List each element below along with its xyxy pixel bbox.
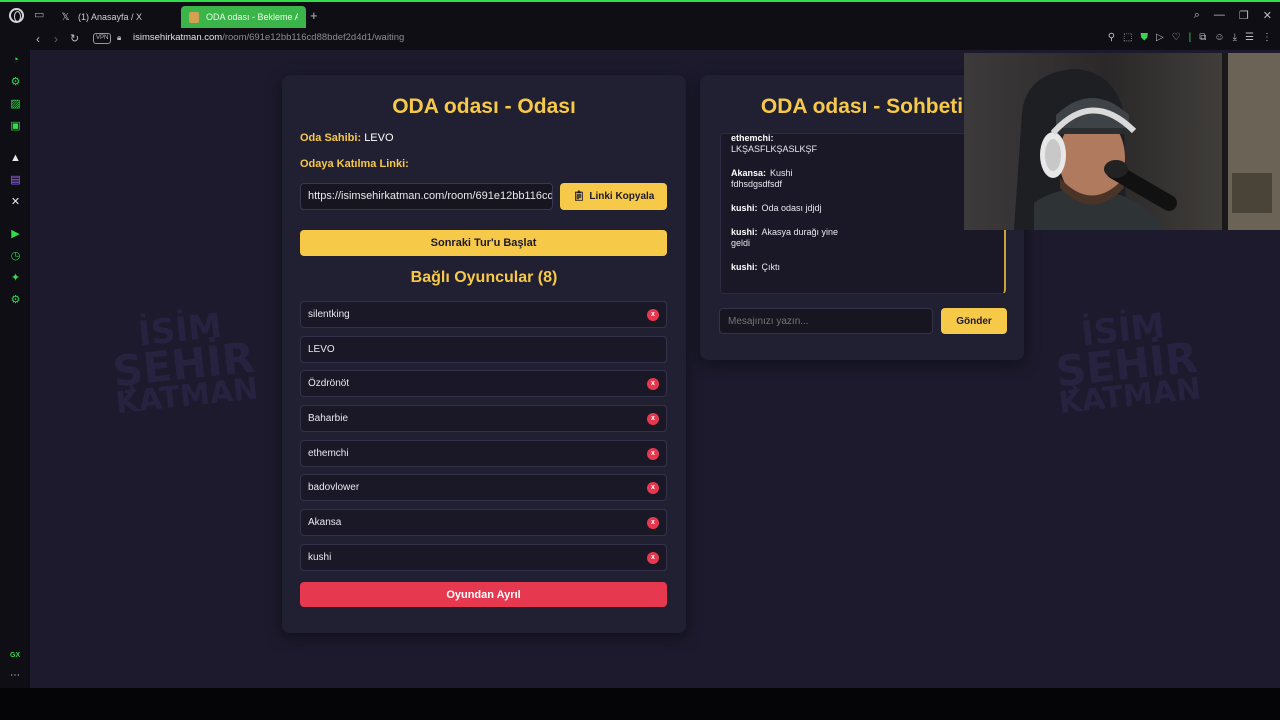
window-controls: ⌕ — ❐ ✕ (1194, 9, 1272, 22)
player-row: Özdrönöt x (300, 370, 667, 398)
streamer-camera-image (964, 53, 1280, 230)
url-field[interactable]: isimsehirkatman.com/room/691e12bb116cd88… (133, 32, 404, 43)
browser-sidebar: ◔ ⚙ ▨ ▣ ▲ ▤ ✕ ▶ ◷ ✦ ⚙ GX ⋯ (0, 50, 30, 688)
close-icon[interactable]: ✕ (1263, 9, 1272, 22)
chat-message: ethemchi: LKŞASFLKŞASLKŞF (731, 133, 818, 154)
reload-icon[interactable]: ↻ (70, 32, 79, 46)
extensions-icon[interactable]: ⧉ (1199, 32, 1206, 43)
profile-icon[interactable]: ☺ (1214, 32, 1224, 43)
start-next-round-button[interactable]: Sonraki Tur'u Başlat (300, 230, 667, 256)
join-link-label: Odaya Katılma Linki: (300, 158, 409, 170)
taskbar-strip (0, 688, 1280, 720)
player-row: Baharbie x (300, 405, 667, 433)
tab-title: (1) Anasayfa / X (78, 12, 143, 22)
kick-player-button[interactable]: x (647, 413, 659, 426)
owner-name: LEVO (364, 132, 394, 144)
kick-player-button[interactable]: x (647, 482, 659, 495)
chat-message: kushi: Oda odası jdjdj (731, 203, 822, 213)
kick-player-button[interactable]: x (647, 378, 659, 391)
kick-player-button[interactable]: x (647, 447, 659, 460)
watermark-logo-left: İSİM ŞEHİR KATMAN (110, 305, 260, 422)
webcam-overlay (964, 53, 1280, 230)
more-icon[interactable]: ⋮ (1262, 32, 1272, 43)
speed-dial-icon[interactable]: ◔ (9, 54, 22, 67)
kick-player-button[interactable]: x (647, 517, 659, 530)
player-row: ethemchi x (300, 439, 667, 467)
back-icon[interactable]: ‹ (36, 32, 40, 46)
forward-icon[interactable]: › (54, 32, 58, 46)
room-title: ODA odası - Odası (392, 95, 576, 118)
divider: | (1188, 32, 1192, 43)
easy-setup-icon[interactable]: ☰ (1245, 32, 1254, 43)
copy-link-button[interactable]: 📋︎ Linki Kopyala (560, 183, 667, 210)
restore-icon[interactable]: ❐ (1239, 9, 1249, 22)
twitch-icon[interactable]: ▤ (9, 174, 22, 187)
x-icon: 𝕏 (61, 11, 70, 23)
ai-icon[interactable]: ▲ (9, 152, 22, 165)
chat-message: Akansa: Kushi fdhsdgsdfsdf (731, 168, 793, 189)
clipboard-icon: 📋︎ (572, 191, 586, 202)
search-tabs-icon[interactable]: ⌕ (1194, 9, 1200, 22)
room-owner: Oda Sahibi: LEVO (300, 132, 394, 144)
player-list: silentking x LEVO Özdrönöt x Baharbie x eth… (300, 301, 667, 579)
gx-corner-icon[interactable]: ▨ (9, 98, 22, 111)
heart-icon[interactable]: ♡ (1172, 32, 1181, 43)
new-tab-icon[interactable]: + (310, 9, 318, 23)
tab-x[interactable]: 𝕏 (1) Anasayfa / X (52, 6, 180, 28)
player-icon[interactable]: ▶ (9, 228, 22, 241)
send-message-button[interactable]: Gönder (941, 308, 1007, 334)
download-icon[interactable]: ⤓ (1233, 32, 1237, 43)
players-heading: Bağlı Oyuncular (8) (410, 269, 558, 286)
kick-player-button[interactable]: x (647, 309, 659, 321)
more-dots-icon[interactable]: ⋯ (10, 670, 20, 681)
player-row: Akansa x (300, 509, 667, 537)
address-bar: ‹ › ↻ VPN 🔒︎ isimsehirkatman.com/room/69… (0, 30, 1280, 50)
owner-label: Oda Sahibi: (300, 132, 362, 144)
site-favicon-icon (189, 11, 199, 23)
chat-message: kushi: Akasya durağı yine geldi (731, 227, 839, 248)
kick-player-button[interactable]: x (647, 551, 659, 564)
player-row: silentking x (300, 301, 667, 328)
browser-tab-bar: ▭ 𝕏 (1) Anasayfa / X ODA odası - Bekleme… (0, 0, 1280, 30)
play-icon[interactable]: ▷ (1156, 32, 1164, 43)
tab-island-icon[interactable]: ▭ (34, 9, 46, 21)
leave-game-button[interactable]: Oyundan Ayrıl (300, 582, 667, 607)
gx-control-icon[interactable]: ⚙ (9, 76, 22, 89)
history-icon[interactable]: ◷ (9, 250, 22, 263)
vpn-badge[interactable]: VPN (93, 33, 112, 44)
extension-icons: ⚲ ⬚ ⛊ ▷ ♡ | ⧉ ☺ ⤓ ☰ ⋮ (1108, 32, 1272, 43)
watermark-logo-right: İSİM ŞEHİR KATMAN (1053, 305, 1203, 422)
chat-message-input[interactable] (719, 308, 933, 334)
tab-title: ODA odası - Bekleme Ala (205, 12, 298, 22)
x-icon[interactable]: ✕ (9, 196, 22, 209)
adblock-shield-icon[interactable]: ⛊ (1140, 32, 1148, 43)
gx-label: GX (10, 652, 21, 659)
extensions-sidebar-icon[interactable]: ✦ (9, 272, 22, 285)
settings-icon[interactable]: ⚙ (9, 294, 22, 307)
join-link-field[interactable]: https://isimsehirkatman.com/room/691e12b… (300, 183, 553, 210)
pin-icon[interactable]: ⚲ (1108, 32, 1115, 43)
opera-menu-icon[interactable] (9, 8, 24, 23)
snapshot-icon[interactable]: ⬚ (1123, 32, 1132, 43)
lock-icon[interactable]: 🔒︎ (117, 33, 125, 42)
player-row: badovlower x (300, 474, 667, 502)
player-row: kushi x (300, 543, 667, 571)
news-icon[interactable]: ▣ (9, 120, 22, 133)
room-panel: ODA odası - Odası Oda Sahibi: LEVO Odaya… (282, 75, 686, 633)
minimize-icon[interactable]: — (1214, 9, 1225, 22)
tab-active-room[interactable]: ODA odası - Bekleme Ala (181, 6, 306, 28)
chat-message: kushi: Çıktı (731, 262, 781, 272)
player-row: LEVO (300, 335, 667, 363)
